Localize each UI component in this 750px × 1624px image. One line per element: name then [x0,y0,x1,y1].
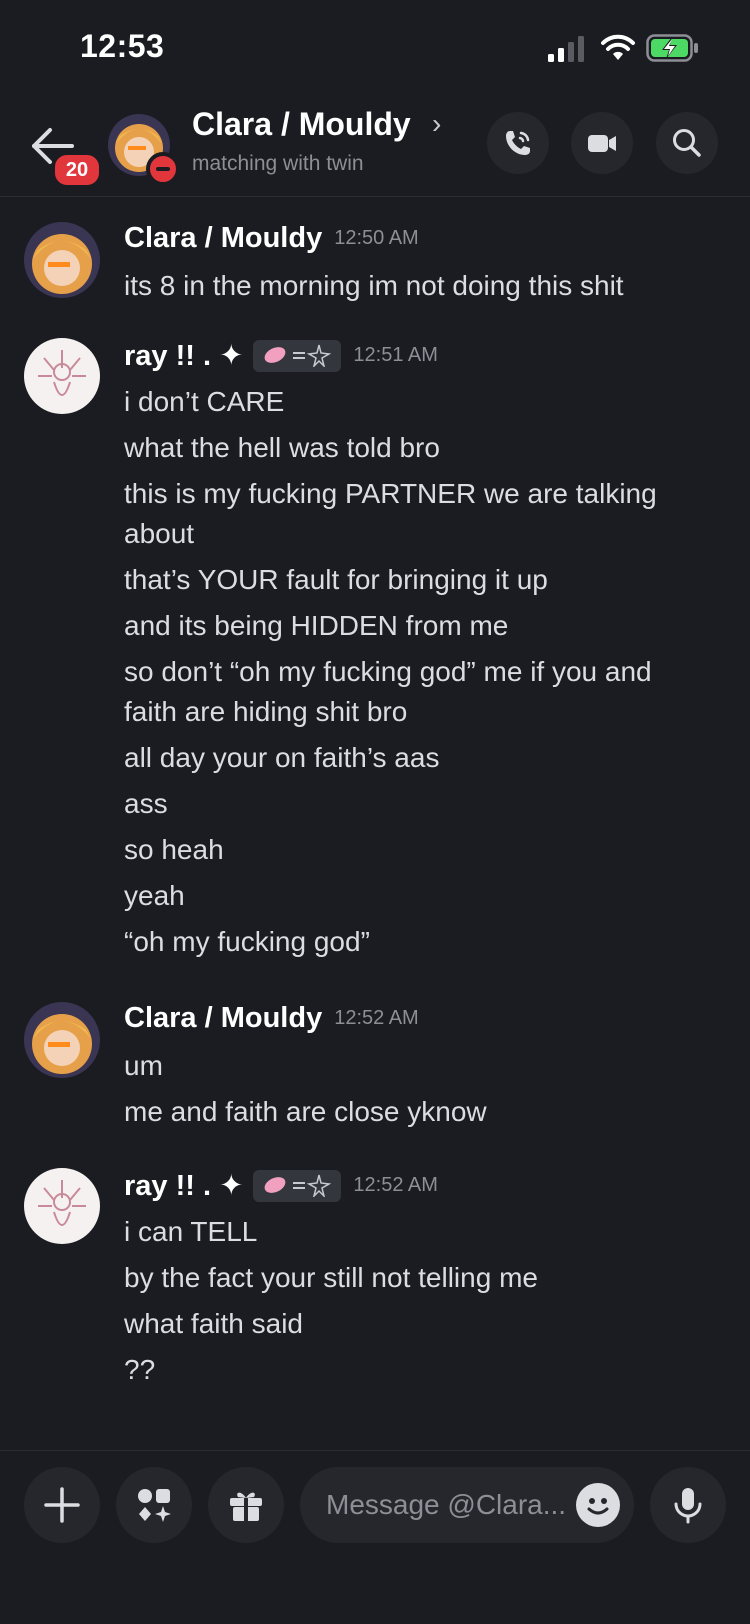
microphone-icon [674,1488,702,1524]
message-lines: um me and faith are close yknow [124,1046,684,1138]
tag-icon [264,345,332,369]
message-text[interactable]: that’s YOUR fault for bringing it up [124,560,684,600]
message-text[interactable]: ?? [124,1350,684,1390]
status-time: 12:53 [80,28,165,64]
emoji-icon [587,1498,609,1515]
message-composer: Message @Clara... [0,1450,750,1624]
status-bar: 12:53 [0,0,750,100]
author-line: Clara / Mouldy 12:52 AM [124,1002,419,1042]
voice-message-button[interactable] [650,1467,726,1543]
message-text[interactable]: ass [124,784,684,824]
voice-call-button[interactable] [487,112,549,174]
dnd-status-icon [146,152,180,186]
gift-icon [230,1492,262,1521]
message-timestamp: 12:52 AM [334,1007,419,1029]
battery-charging-icon [646,34,698,62]
message-lines: its 8 in the morning im not doing this s… [124,266,684,312]
message-timestamp: 12:52 AM [353,1174,438,1196]
chevron-right-icon[interactable]: › [432,108,441,140]
phone-call-icon [506,131,530,155]
author-name[interactable]: Clara / Mouldy [124,1002,322,1034]
video-call-button[interactable] [571,112,633,174]
author-name[interactable]: ray !! . ✦ [124,1170,243,1202]
user-avatar[interactable] [24,338,100,414]
message-list[interactable]: Clara / Mouldy 12:50 AM its 8 in the morn… [0,198,750,1448]
message-input[interactable]: Message @Clara... [300,1467,634,1543]
message-lines: i don’t CARE what the hell was told bro … [124,382,684,968]
message-timestamp: 12:50 AM [334,227,419,249]
message-text[interactable]: what faith said [124,1304,684,1344]
message-text[interactable]: i don’t CARE [124,382,684,422]
message-text[interactable]: so don’t “oh my fucking god” me if you a… [124,652,684,732]
wifi-icon [601,34,635,60]
message-text[interactable]: so heah [124,830,684,870]
message-text[interactable]: what the hell was told bro [124,428,684,468]
message-text[interactable]: “oh my fucking god” [124,922,684,962]
header-title[interactable]: Clara / Mouldy [192,106,411,143]
apps-icon [138,1489,171,1522]
author-line: ray !! . ✦ 12:51 AM [124,338,438,378]
user-avatar[interactable] [24,222,100,298]
author-name[interactable]: ray !! . ✦ [124,340,243,372]
server-tag[interactable] [253,1169,342,1202]
message-text[interactable]: by the fact your still not telling me [124,1258,684,1298]
dm-header: 20 Clara / Mouldy › matching with twin [0,100,750,197]
author-line: ray !! . ✦ 12:52 AM [124,1168,438,1208]
server-tag[interactable] [253,339,342,372]
author-name[interactable]: Clara / Mouldy [124,222,322,254]
search-icon [673,129,701,157]
message-lines: i can TELL by the fact your still not te… [124,1212,684,1396]
signal-icon [548,36,584,62]
message-text[interactable]: its 8 in the morning im not doing this s… [124,266,684,306]
message-timestamp: 12:51 AM [353,344,438,366]
emoji-button[interactable] [576,1483,620,1527]
header-subtitle: matching with twin [192,152,364,175]
video-camera-icon [588,135,616,152]
message-text[interactable]: me and faith are close yknow [124,1092,684,1132]
message-text[interactable]: um [124,1046,684,1086]
message-text[interactable]: all day your on faith’s aas [124,738,684,778]
plus-icon [44,1487,80,1523]
message-text[interactable]: i can TELL [124,1212,684,1252]
gift-button[interactable] [208,1467,284,1543]
add-attachment-button[interactable] [24,1467,100,1543]
tag-icon [264,1175,332,1199]
user-avatar[interactable] [24,1168,100,1244]
unread-badge: 20 [52,152,102,188]
message-text[interactable]: yeah [124,876,684,916]
user-avatar[interactable] [24,1002,100,1078]
message-input-placeholder: Message @Clara... [326,1489,567,1520]
author-line: Clara / Mouldy 12:50 AM [124,222,419,262]
apps-button[interactable] [116,1467,192,1543]
search-button[interactable] [656,112,718,174]
message-text[interactable]: this is my fucking PARTNER we are talkin… [124,474,684,554]
message-text[interactable]: and its being HIDDEN from me [124,606,684,646]
